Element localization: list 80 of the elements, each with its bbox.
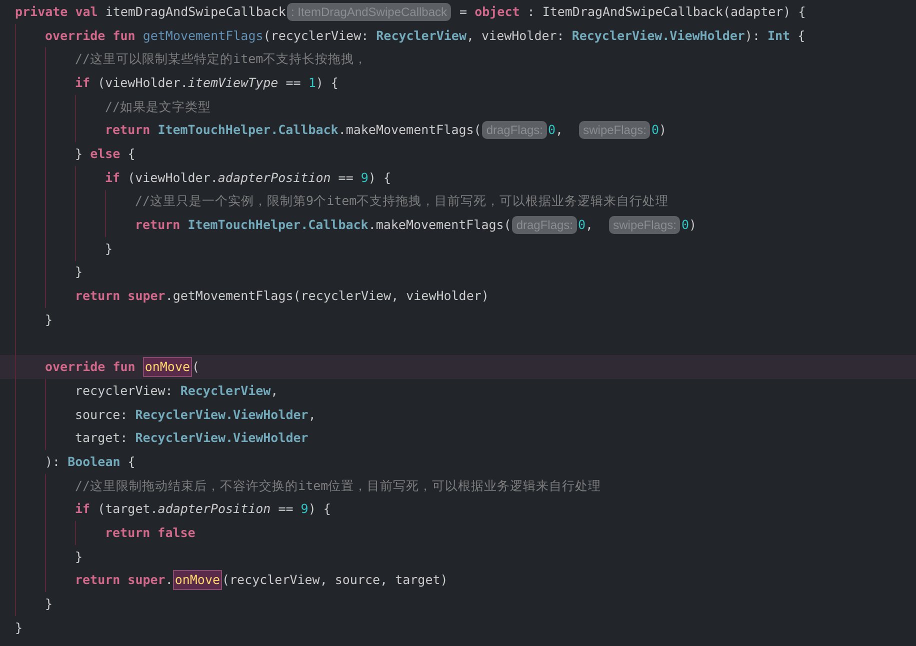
- keyword: return super: [75, 571, 166, 590]
- code-text: source:: [75, 406, 129, 424]
- code-text: }: [75, 144, 84, 163]
- type-name: Boolean: [68, 452, 120, 471]
- code-text: ) {: [316, 74, 338, 92]
- type-name: Int: [768, 26, 790, 45]
- code-text: =: [458, 2, 468, 21]
- code-text: .makeMovementFlags(: [368, 216, 512, 234]
- function-name: getMovementFlags: [142, 26, 264, 45]
- type-name: RecyclerView.ViewHolder: [135, 406, 308, 424]
- property-name: itemViewType: [188, 74, 278, 92]
- code-text: (recyclerView:: [263, 26, 370, 45]
- code-comment: //这里可以限制某些特定的item不支持长按拖拽，: [75, 50, 368, 68]
- code-text: ,: [586, 216, 594, 234]
- type-name: RecyclerView.ViewHolder: [135, 429, 308, 448]
- number-literal: 9: [300, 500, 308, 518]
- code-text: ): [689, 216, 697, 234]
- keyword: if: [75, 74, 92, 92]
- keyword: return super: [75, 287, 166, 306]
- code-text: recyclerView:: [75, 382, 174, 400]
- code-text: }: [45, 310, 53, 329]
- highlighted-usage: onMove: [142, 357, 192, 378]
- code-text: ,: [270, 382, 278, 400]
- code-text: {: [126, 144, 136, 163]
- code-text: (viewHolder.: [128, 168, 218, 187]
- code-text: .makeMovementFlags(: [338, 121, 482, 140]
- code-text: ):: [45, 452, 62, 471]
- code-text: : ItemDragAndSwipeCallback(adapter) {: [526, 2, 806, 21]
- code-text: {: [796, 26, 806, 45]
- keyword: override fun: [45, 26, 136, 45]
- number-literal: 9: [360, 168, 368, 187]
- code-text: }: [75, 263, 83, 282]
- code-text: (target.: [98, 500, 158, 518]
- code-text: ): [659, 121, 667, 140]
- number-literal: 0: [548, 121, 556, 140]
- code-text: ,: [308, 406, 316, 424]
- keyword: override fun: [45, 358, 136, 376]
- code-text: }: [45, 595, 53, 614]
- code-text: .getMovementFlags(recyclerView, viewHolder): [165, 287, 489, 306]
- code-text: {: [126, 452, 136, 471]
- code-text: }: [75, 548, 83, 566]
- highlighted-usage: onMove: [172, 570, 222, 590]
- keyword: return false: [105, 524, 196, 542]
- code-text: ) {: [368, 168, 391, 187]
- code-text: (recyclerView, source, target): [222, 571, 448, 590]
- code-text: (viewHolder.: [98, 74, 188, 92]
- code-text: ,: [556, 121, 564, 140]
- property-name: adapterPosition: [158, 500, 271, 518]
- number-literal: 0: [681, 216, 690, 234]
- keyword: if: [105, 168, 122, 187]
- type-name: ItemTouchHelper.Callback: [188, 216, 368, 234]
- code-comment: //这里只是一个实例，限制第9个item不支持拖拽，目前写死，可以根据业务逻辑来自行处理: [135, 192, 669, 210]
- number-literal: 0: [651, 121, 660, 140]
- number-literal: 0: [578, 216, 586, 234]
- code-comment: //如果是文字类型: [105, 98, 212, 116]
- code-text: itemDragAndSwipeCallback: [105, 2, 286, 21]
- keyword: return: [105, 121, 152, 140]
- code-text: (: [192, 358, 200, 376]
- code-text: ):: [744, 26, 761, 45]
- type-name: RecyclerView.ViewHolder: [572, 26, 745, 45]
- type-name: RecyclerView: [180, 382, 271, 400]
- code-text: ) {: [308, 500, 331, 518]
- number-literal: 1: [308, 74, 316, 92]
- type-name: RecyclerView: [376, 26, 466, 45]
- keyword: object: [474, 2, 520, 21]
- code-text: }: [105, 240, 113, 258]
- keyword: if: [75, 500, 92, 518]
- code-text: , viewHolder:: [466, 26, 566, 45]
- type-name: ItemTouchHelper.Callback: [158, 121, 338, 140]
- code-text: target:: [75, 429, 129, 448]
- code-text: .: [165, 571, 173, 590]
- property-name: adapterPosition: [218, 168, 331, 187]
- code-text: }: [15, 618, 23, 637]
- code-text: ==: [277, 500, 294, 518]
- code-text: ==: [284, 74, 302, 92]
- code-text: ==: [337, 168, 354, 187]
- keyword: private val: [15, 2, 99, 21]
- keyword: else: [90, 144, 120, 163]
- code-comment: //这里限制拖动结束后，不容许交换的item位置，目前写死，可以根据业务逻辑来自行处理: [75, 476, 602, 495]
- keyword: return: [135, 216, 182, 234]
